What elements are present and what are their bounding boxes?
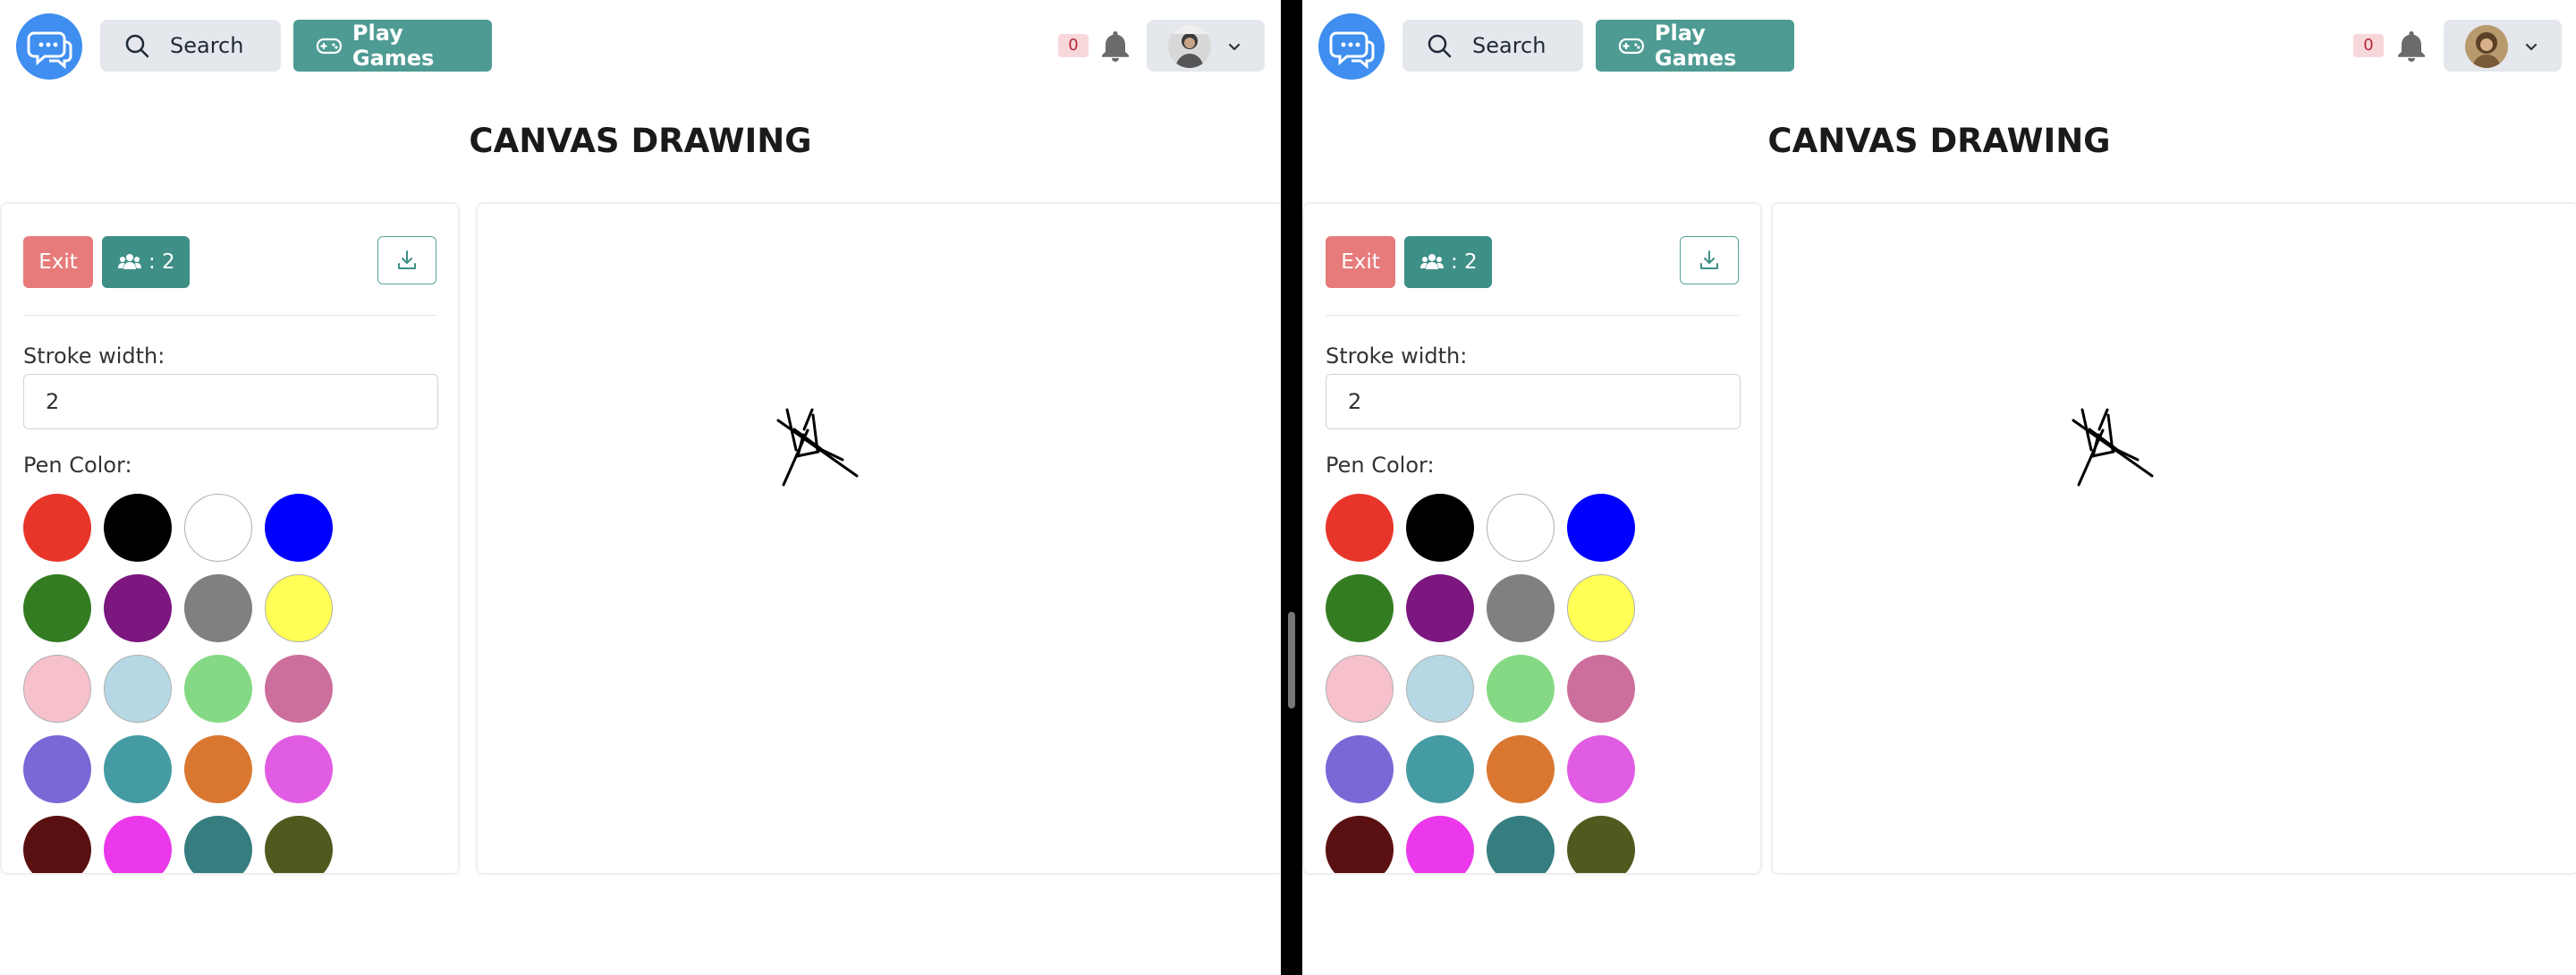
pen-color-swatch[interactable] — [1567, 816, 1635, 873]
pen-color-swatch[interactable] — [1567, 655, 1635, 723]
users-icon — [1420, 254, 1444, 269]
notification-count-badge: 0 — [2353, 34, 2384, 57]
pen-color-swatch[interactable] — [184, 494, 252, 562]
pen-color-swatch[interactable] — [104, 655, 172, 723]
pen-color-swatch[interactable] — [1487, 735, 1555, 803]
pen-color-swatch[interactable] — [104, 735, 172, 803]
gamepad-icon — [316, 38, 342, 55]
pen-color-swatch[interactable] — [1406, 574, 1474, 642]
divider — [23, 315, 436, 316]
participants-count: : 2 — [148, 250, 175, 274]
pen-color-swatch[interactable] — [1567, 574, 1635, 642]
chat-logo-icon[interactable] — [16, 13, 82, 80]
chat-logo-icon[interactable] — [1318, 13, 1385, 80]
pen-color-swatch[interactable] — [1487, 494, 1555, 562]
tools-panel: Exit : 2 Stroke width: 2 Pen Color: — [1304, 204, 1760, 873]
exit-button[interactable]: Exit — [1326, 236, 1395, 288]
pen-color-swatch[interactable] — [23, 816, 91, 873]
avatar — [2465, 25, 2508, 68]
pen-color-swatch[interactable] — [104, 494, 172, 562]
download-icon — [398, 250, 416, 269]
split-divider — [1281, 0, 1302, 975]
exit-button[interactable]: Exit — [23, 236, 93, 288]
pen-color-swatch[interactable] — [265, 735, 333, 803]
search-icon — [125, 34, 149, 58]
search-button[interactable]: Search — [1402, 20, 1583, 72]
stroke-width-input[interactable]: 2 — [23, 374, 438, 429]
stroke-width-label: Stroke width: — [1326, 343, 1468, 369]
scrollbar[interactable] — [1288, 612, 1295, 708]
participants-button[interactable]: : 2 — [1404, 236, 1492, 288]
participants-button[interactable]: : 2 — [102, 236, 190, 288]
play-games-label: Play Games — [1654, 21, 1737, 71]
search-label: Search — [170, 33, 244, 58]
browser-pane-left: Search Play Games 0 CANVAS DRAWING Exit … — [0, 0, 1281, 975]
drawing-canvas[interactable] — [478, 204, 1281, 873]
pen-color-swatch[interactable] — [1487, 655, 1555, 723]
search-icon — [1428, 34, 1452, 58]
download-button[interactable] — [1680, 236, 1739, 284]
page-title: CANVAS DRAWING — [1767, 122, 2111, 160]
play-games-button[interactable]: Play Games — [293, 20, 492, 72]
pen-color-swatch[interactable] — [1406, 655, 1474, 723]
browser-pane-right: Search Play Games 0 CANVAS DRAWING Exit … — [1302, 0, 2576, 975]
top-navbar: Search Play Games 0 — [1302, 0, 2576, 93]
pen-color-swatch[interactable] — [23, 574, 91, 642]
search-button[interactable]: Search — [100, 20, 281, 72]
tools-panel: Exit : 2 Stroke width: 2 Pen Color: — [2, 204, 458, 873]
user-menu-button[interactable] — [1147, 20, 1265, 72]
pen-color-swatch[interactable] — [265, 655, 333, 723]
divider — [1326, 315, 1739, 316]
pen-color-swatch[interactable] — [1406, 494, 1474, 562]
pen-color-swatch[interactable] — [23, 735, 91, 803]
canvas-drawing — [2072, 408, 2154, 487]
pen-color-swatch[interactable] — [1567, 494, 1635, 562]
pen-color-swatch[interactable] — [104, 816, 172, 873]
pen-color-swatch[interactable] — [1326, 655, 1394, 723]
chevron-down-icon — [2525, 43, 2538, 51]
pen-color-swatch[interactable] — [1326, 735, 1394, 803]
pen-color-swatch[interactable] — [184, 735, 252, 803]
pen-color-swatch[interactable] — [184, 574, 252, 642]
notification-count-badge: 0 — [1058, 34, 1089, 57]
pen-color-swatch[interactable] — [1326, 816, 1394, 873]
pen-color-swatch[interactable] — [1567, 735, 1635, 803]
stroke-width-input[interactable]: 2 — [1326, 374, 1741, 429]
stroke-width-label: Stroke width: — [23, 343, 165, 369]
pen-color-swatch[interactable] — [1326, 574, 1394, 642]
avatar — [1168, 25, 1211, 68]
pen-color-swatch[interactable] — [184, 816, 252, 873]
pen-color-swatch[interactable] — [104, 574, 172, 642]
play-games-button[interactable]: Play Games — [1596, 20, 1794, 72]
gamepad-icon — [1618, 38, 1644, 55]
pen-color-swatch[interactable] — [184, 655, 252, 723]
download-icon — [1700, 250, 1718, 269]
canvas-drawing — [776, 408, 859, 487]
play-games-label: Play Games — [352, 21, 435, 71]
search-label: Search — [1472, 33, 1546, 58]
bell-icon[interactable] — [1099, 28, 1131, 64]
pen-color-label: Pen Color: — [23, 453, 132, 478]
user-menu-button[interactable] — [2444, 20, 2562, 72]
pen-color-swatch[interactable] — [1487, 574, 1555, 642]
pen-color-swatch[interactable] — [1406, 735, 1474, 803]
pen-color-swatch[interactable] — [1326, 494, 1394, 562]
page-title: CANVAS DRAWING — [469, 122, 812, 160]
users-icon — [118, 254, 141, 269]
pen-color-swatch[interactable] — [23, 655, 91, 723]
pen-color-swatch[interactable] — [1406, 816, 1474, 873]
bell-icon[interactable] — [2395, 28, 2428, 64]
participants-count: : 2 — [1451, 250, 1478, 274]
pen-color-swatch[interactable] — [1487, 816, 1555, 873]
pen-color-swatch[interactable] — [265, 494, 333, 562]
drawing-canvas[interactable] — [1773, 204, 2576, 873]
pen-color-label: Pen Color: — [1326, 453, 1435, 478]
chevron-down-icon — [1228, 43, 1241, 51]
download-button[interactable] — [377, 236, 436, 284]
pen-color-swatch[interactable] — [23, 494, 91, 562]
pen-color-swatch[interactable] — [265, 816, 333, 873]
pen-color-swatch[interactable] — [265, 574, 333, 642]
top-navbar: Search Play Games 0 — [0, 0, 1281, 93]
